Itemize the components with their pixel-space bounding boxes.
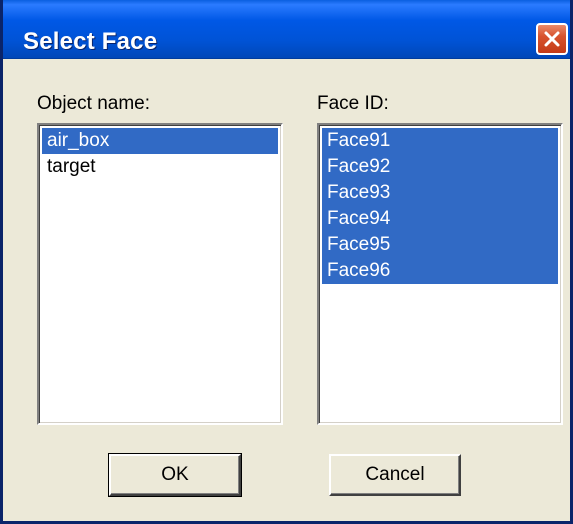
face-list-item[interactable]: Face96 (322, 258, 558, 284)
face-list-item[interactable]: Face93 (322, 180, 558, 206)
ok-button[interactable]: OK (108, 453, 242, 497)
cancel-button[interactable]: Cancel (329, 454, 461, 496)
object-name-list: air_box target (42, 128, 278, 420)
object-name-label: Object name: (37, 93, 150, 114)
face-id-listbox[interactable]: Face91 Face92 Face93 Face94 Face95 Face96 (317, 123, 563, 425)
close-button[interactable] (536, 23, 568, 55)
object-list-item[interactable]: target (42, 154, 278, 180)
face-list-item[interactable]: Face94 (322, 206, 558, 232)
select-face-dialog: Select Face Object name: air_box target F… (0, 0, 573, 524)
title-bar[interactable]: Select Face (3, 0, 570, 59)
object-name-listbox[interactable]: air_box target (37, 123, 283, 425)
object-list-item[interactable]: air_box (42, 128, 278, 154)
window-title: Select Face (23, 28, 158, 55)
face-id-label: Face ID: (317, 93, 389, 114)
close-icon (544, 31, 560, 47)
face-list-item[interactable]: Face91 (322, 128, 558, 154)
face-id-list: Face91 Face92 Face93 Face94 Face95 Face96 (322, 128, 558, 420)
face-list-item[interactable]: Face95 (322, 232, 558, 258)
face-list-item[interactable]: Face92 (322, 154, 558, 180)
